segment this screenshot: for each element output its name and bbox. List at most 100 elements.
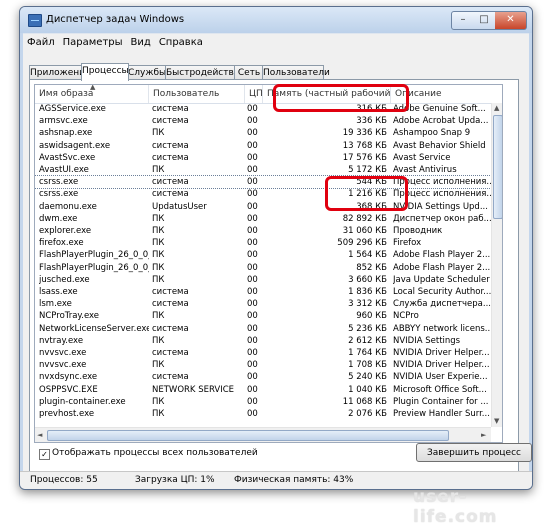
scroll-down-icon[interactable]: ▼ (494, 417, 499, 425)
tab-applications[interactable]: Приложения (29, 65, 90, 80)
tab-processes[interactable]: Процессы (81, 63, 129, 81)
menu-help[interactable]: Справка (155, 34, 207, 51)
memory-column-highlight (273, 84, 409, 112)
table-row[interactable]: csrss.exe система 00 1 216 КБ Процесс исполн… (35, 188, 491, 200)
table-row[interactable]: daemonu.exe UpdatusUser 00 368 КБ NVIDIA Set… (35, 201, 491, 213)
vertical-scrollbar[interactable]: ▲ ▼ (491, 103, 502, 427)
process-memory: 5 236 КБ (348, 323, 387, 334)
process-user: система (152, 189, 189, 200)
process-memory: 5 172 КБ (348, 165, 387, 175)
process-user: UpdatusUser (152, 201, 207, 212)
title-bar[interactable]: Диспетчер задач Windows – □ ✕ (20, 7, 532, 33)
process-memory: 1 040 КБ (348, 384, 387, 395)
task-manager-window: Диспетчер задач Windows – □ ✕ Файл Параме… (19, 6, 533, 490)
process-description: Диспетчер окон раб... (393, 213, 491, 224)
table-row[interactable]: FlashPlayerPlugin_26_0_0_1...ПК00852 КБA… (35, 262, 491, 274)
table-row[interactable]: plugin-container.exe ПК 00 11 068 КБ Plugin … (35, 396, 491, 408)
horizontal-scroll-thumb[interactable] (47, 430, 449, 441)
table-row[interactable]: nvxdsync.exe система 00 5 240 КБ NVIDIA User… (35, 371, 491, 383)
table-row[interactable]: explorer.exe ПК 00 31 060 КБ Проводник (35, 225, 491, 237)
process-image-name: csrss.exe (39, 189, 79, 200)
table-row[interactable]: nvvsvc.exe ПК 00 1 708 КБ NVIDIA Driver Help… (35, 359, 491, 371)
process-user: система (152, 140, 189, 151)
process-image-name: AvastUI.exe (39, 165, 89, 175)
table-row[interactable]: NetworkLicenseServer.exe система 00 5 236 К… (35, 323, 491, 335)
show-all-processes-checkbox[interactable]: ✓ (39, 449, 50, 460)
process-memory: 13 768 КБ (342, 140, 387, 151)
table-row[interactable]: lsm.exe система 00 3 312 КБ Служба диспетчер… (35, 298, 491, 310)
process-memory: 17 576 КБ (342, 152, 387, 163)
process-memory: 3 312 КБ (348, 299, 387, 310)
process-description: Firefox (393, 238, 422, 249)
table-row[interactable]: jusched.exe ПК 00 3 660 КБ Java Update Sched… (35, 274, 491, 286)
minimize-button[interactable]: – (451, 11, 475, 30)
menu-options[interactable]: Параметры (59, 34, 127, 51)
vertical-scroll-thumb[interactable] (493, 115, 502, 219)
tab-users[interactable]: Пользователи (262, 65, 330, 80)
table-row[interactable]: NCProTray.exe ПК 00 960 КБ NCPro (35, 310, 491, 322)
process-user: система (152, 104, 189, 114)
list-header: Имя образа Пользователь ЦП Память (частн… (35, 85, 502, 104)
end-process-button[interactable]: Завершить процесс (416, 443, 532, 462)
table-row[interactable]: AvastUI.exe ПК 00 5 172 КБ Avast Antivirus (35, 164, 491, 176)
show-all-processes-label[interactable]: Отображать процессы всех пользователей (52, 448, 258, 458)
process-user: система (152, 348, 189, 358)
column-header-cpu[interactable]: ЦП (245, 85, 263, 103)
scroll-left-icon[interactable]: ◄ (37, 431, 42, 439)
process-image-name: plugin-container.exe (39, 396, 126, 407)
horizontal-scrollbar[interactable]: ◄ ► (35, 427, 491, 442)
tab-performance[interactable]: Быстродействие (165, 65, 245, 80)
scroll-up-icon[interactable]: ▲ (494, 104, 499, 112)
process-memory: 1 564 КБ (348, 250, 387, 261)
table-row[interactable]: prevhost.exe ПК 00 2 076 КБ Preview Handler … (35, 408, 491, 420)
process-user: система (152, 287, 189, 297)
table-row[interactable]: lsass.exe система 00 1 836 КБ Local Security… (35, 286, 491, 298)
table-row[interactable]: armsvc.exe система 00 336 КБ Adobe Acrobat U… (35, 115, 491, 127)
table-row[interactable]: csrss.exe система 00 544 КБ Процесс исполнен… (35, 175, 492, 190)
tab-services[interactable]: Службы (127, 65, 167, 80)
process-description: NCPro (393, 311, 419, 322)
process-user: ПК (152, 396, 165, 407)
process-image-name: aswidsagent.exe (39, 140, 111, 151)
table-row[interactable]: nvtray.exe ПК 00 2 612 КБ NVIDIA Settings (35, 335, 491, 347)
process-description: Avast Service (393, 152, 451, 163)
process-memory: 960 КБ (356, 311, 387, 322)
table-row[interactable]: AGSService.exe система 00 316 КБ Adobe Genui… (35, 103, 491, 115)
table-row[interactable]: firefox.exe ПК 00 509 296 КБ Firefox (35, 237, 491, 249)
close-icon: ✕ (506, 14, 515, 25)
process-memory: 31 060 КБ (342, 226, 387, 236)
tab-network[interactable]: Сеть (234, 65, 264, 80)
process-memory: 1 708 КБ (348, 360, 387, 371)
process-user: ПК (152, 128, 165, 139)
table-row[interactable]: aswidsagent.exe система 00 13 768 КБ Avast B… (35, 140, 491, 152)
process-image-name: lsass.exe (39, 287, 78, 297)
table-row[interactable]: OSPPSVC.EXE NETWORK SERVICE 00 1 040 КБ Micr… (35, 384, 491, 396)
process-user: ПК (152, 238, 165, 249)
table-row[interactable]: dwm.exe ПК 00 82 892 КБ Диспетчер окон раб..… (35, 213, 491, 225)
process-user: ПК (152, 360, 165, 371)
menu-view[interactable]: Вид (127, 34, 155, 51)
process-description: Plugin Container for ... (393, 396, 489, 407)
table-row[interactable]: FlashPlayerPlugin_26_0_0_1...ПК001 564 К… (35, 249, 491, 261)
column-header-user[interactable]: Пользователь (149, 85, 245, 103)
table-row[interactable]: AvastSvc.exe система 00 17 576 КБ Avast Serv… (35, 152, 491, 164)
process-user: ПК (152, 250, 165, 261)
process-image-name: ashsnap.exe (39, 128, 93, 139)
table-row[interactable]: nvvsvc.exe система 00 1 764 КБ NVIDIA Driver… (35, 347, 491, 359)
column-cpu-label: ЦП (249, 89, 263, 99)
process-memory: 1 836 КБ (348, 287, 387, 297)
process-memory: 336 КБ (356, 116, 387, 127)
process-description: NVIDIA User Experie... (393, 372, 488, 383)
process-memory: 11 068 КБ (342, 396, 387, 407)
process-image-name: OSPPSVC.EXE (39, 384, 98, 395)
process-description: Avast Behavior Shield (393, 140, 486, 151)
table-row[interactable]: ashsnap.exe ПК 00 19 336 КБ Ashampoo Snap 9 (35, 127, 491, 139)
scroll-right-icon[interactable]: ► (481, 431, 486, 439)
client-area: Приложения Процессы Службы Быстродействи… (23, 51, 532, 486)
status-physical-memory: Физическая память: 43% (234, 475, 354, 485)
process-description: Adobe Flash Player 2... (393, 250, 491, 261)
close-button[interactable]: ✕ (495, 11, 527, 30)
menu-file[interactable]: Файл (23, 34, 59, 51)
maximize-button[interactable]: □ (473, 11, 496, 30)
process-image-name: NetworkLicenseServer.exe (39, 323, 149, 334)
